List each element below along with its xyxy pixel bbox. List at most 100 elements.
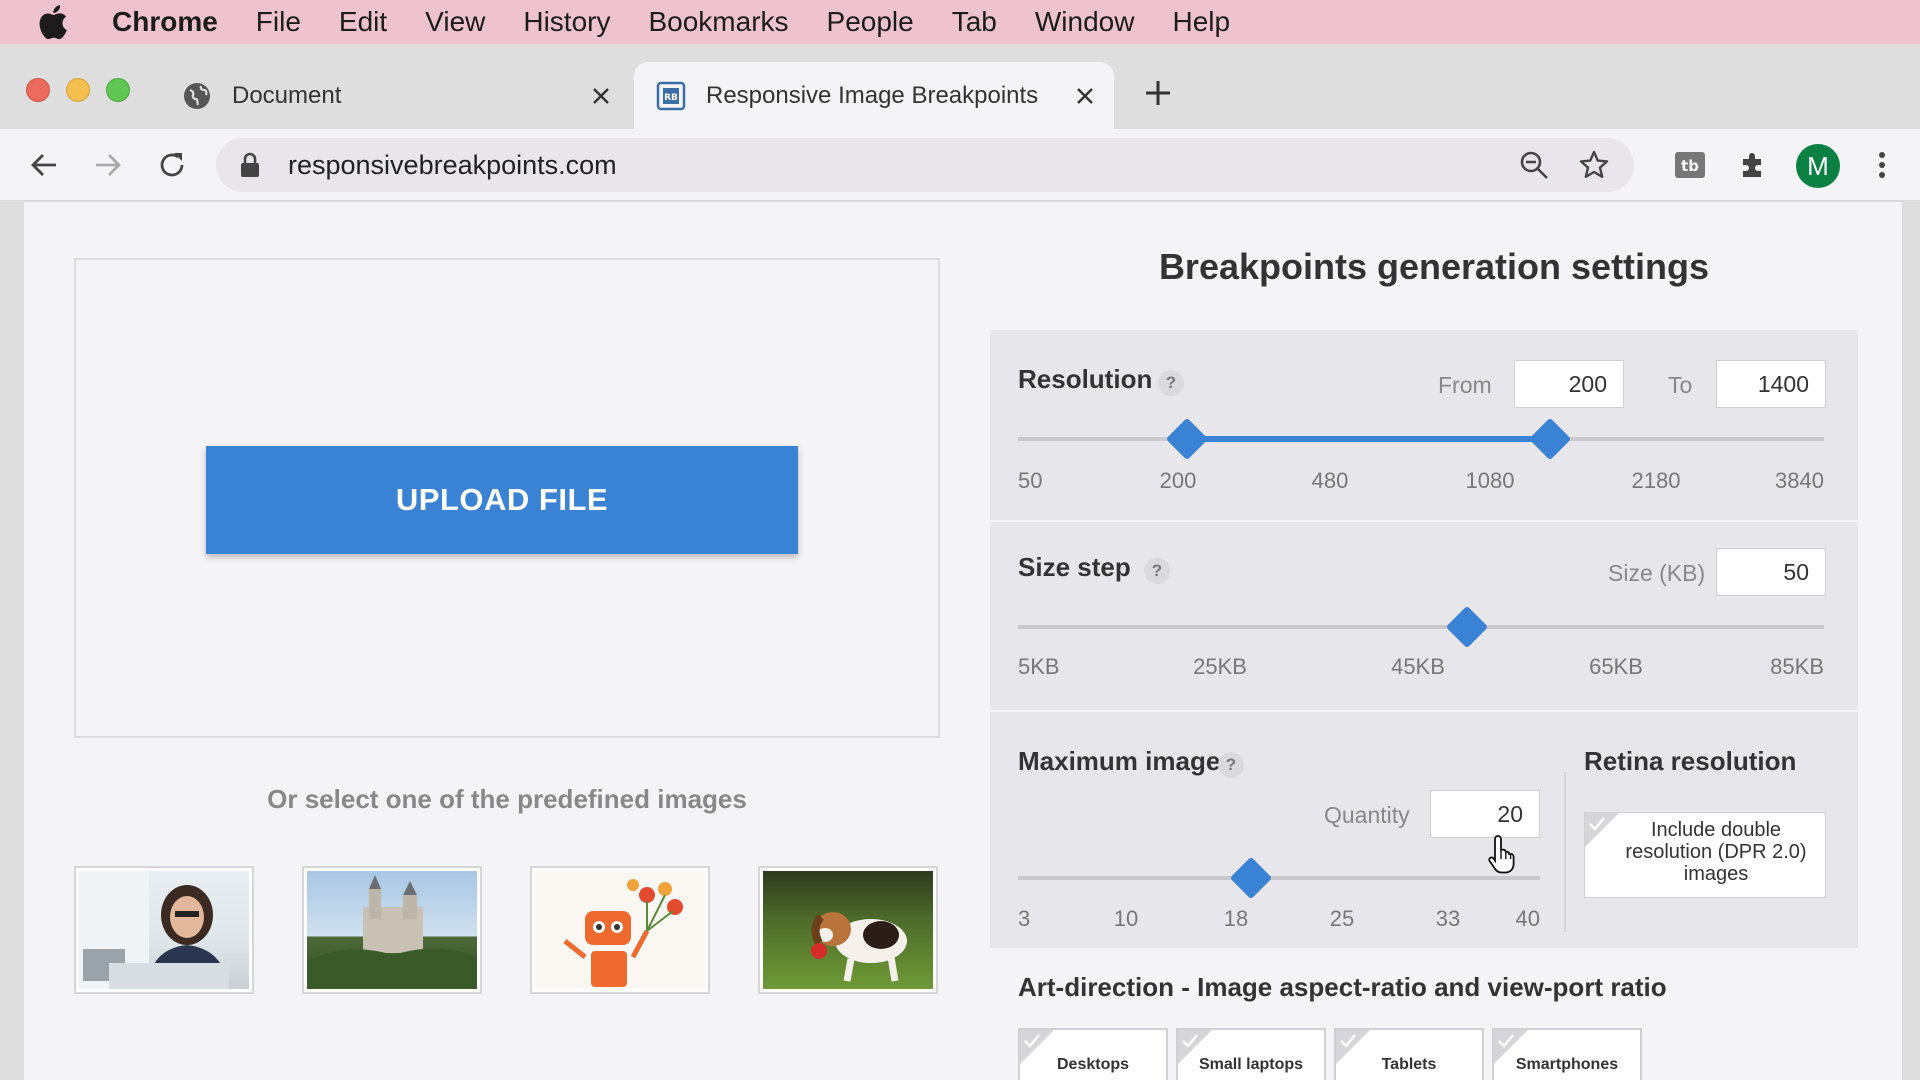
zoom-out-icon[interactable] [1514,145,1554,185]
close-window-button[interactable] [26,78,50,102]
resolution-from-handle[interactable] [1165,417,1209,461]
check-icon [1498,1034,1514,1048]
art-option-smartphones[interactable]: Smartphones [1492,1028,1642,1080]
upload-dropzone[interactable]: UPLOAD FILE [74,258,940,738]
from-label: From [1438,372,1492,398]
bookmark-star-icon[interactable] [1574,145,1614,185]
upload-file-button[interactable]: UPLOAD FILE [206,446,798,554]
from-input[interactable]: 200 [1514,360,1624,408]
size-step-panel: Size step ? Size (KB) 50 5KB 25KB 45KB 6… [990,522,1858,710]
size-kb-input[interactable]: 50 [1716,548,1826,596]
check-icon [1340,1034,1356,1048]
apple-icon[interactable] [38,5,72,39]
art-option-small-laptops[interactable]: Small laptops [1176,1028,1326,1080]
resolution-slider-range [1186,436,1548,442]
art-option-desktops[interactable]: Desktops [1018,1028,1168,1080]
close-tab-icon[interactable] [586,81,616,111]
size-kb-label: Size (KB) [1608,560,1706,586]
resolution-tick: 2180 [1631,468,1681,493]
predefined-image-castle[interactable] [302,866,482,994]
predefined-image-dog[interactable] [758,866,938,994]
more-menu-icon[interactable] [1860,143,1904,187]
art-direction-title: Art-direction - Image aspect-ratio and v… [1018,972,1667,1002]
mac-menubar: Chrome File Edit View History Bookmarks … [0,0,1920,44]
resolution-to-handle[interactable] [1528,417,1572,461]
art-option-label: Desktops [1056,1056,1130,1073]
predefined-image-woman[interactable] [74,866,254,994]
predefined-images-label: Or select one of the predefined images [267,784,747,814]
svg-text:tb: tb [1681,157,1699,175]
reload-button[interactable] [150,143,194,187]
help-icon[interactable]: ? [1158,370,1184,396]
check-icon [1024,1034,1040,1048]
quantity-input[interactable]: 20 [1430,790,1540,838]
max-images-tick: 25 [1329,906,1355,931]
forward-button[interactable] [86,143,130,187]
retina-option-label: Include double resolution (DPR 2.0) imag… [1625,819,1807,885]
size-step-tick: 85KB [1770,654,1824,679]
minimize-window-button[interactable] [66,78,90,102]
menu-tab[interactable]: Tab [952,6,997,38]
art-option-label: Smartphones [1515,1056,1619,1073]
tab-title: Document [232,81,342,109]
check-icon [1589,817,1605,831]
tb-extension-icon[interactable]: tb [1668,143,1712,187]
resolution-tick: 200 [1159,468,1197,493]
panel-divider [1564,772,1566,932]
resolution-tick: 1080 [1465,468,1515,493]
menu-bookmarks[interactable]: Bookmarks [648,6,788,38]
max-images-handle[interactable] [1229,856,1273,900]
resolution-panel: Resolution ? From 200 To 1400 50 200 480… [990,330,1858,520]
menu-view[interactable]: View [425,6,485,38]
resolution-tick: 3840 [1775,468,1824,493]
size-step-tick: 45KB [1391,654,1445,679]
profile-avatar[interactable]: M [1796,144,1840,188]
resolution-title: Resolution [1018,364,1153,394]
menu-window[interactable]: Window [1035,6,1135,38]
max-images-slider-track[interactable] [1018,876,1540,880]
menu-history[interactable]: History [523,6,610,38]
address-bar[interactable]: responsivebreakpoints.com [216,138,1634,192]
tab-responsive-breakpoints[interactable]: RB Responsive Image Breakpoints [634,62,1114,129]
size-step-handle[interactable] [1445,605,1489,649]
help-icon[interactable]: ? [1144,558,1170,584]
to-label: To [1668,372,1693,398]
max-images-tick: 10 [1113,906,1139,931]
new-tab-button[interactable] [1140,78,1176,114]
close-tab-icon[interactable] [1070,81,1100,111]
menu-file[interactable]: File [256,6,301,38]
lock-icon[interactable] [240,152,262,178]
url-text[interactable]: responsivebreakpoints.com [288,150,1514,181]
zoom-window-button[interactable] [106,78,130,102]
menu-chrome[interactable]: Chrome [112,6,218,38]
size-step-title: Size step [1018,552,1131,582]
extensions-puzzle-icon[interactable] [1732,143,1776,187]
predefined-image-robot[interactable] [530,866,710,994]
tab-document[interactable]: Document [160,62,630,129]
retina-toggle[interactable]: Include double resolution (DPR 2.0) imag… [1584,812,1826,898]
reload-icon [160,153,184,177]
art-option-tablets[interactable]: Tablets [1334,1028,1484,1080]
size-step-tick: 65KB [1589,654,1643,679]
size-step-tick: 5KB [1018,654,1060,679]
back-button[interactable] [22,143,66,187]
help-icon[interactable]: ? [1218,752,1244,778]
resolution-tick: 480 [1311,468,1349,493]
art-option-label: Small laptops [1198,1056,1304,1073]
hand-cursor-icon [1488,835,1515,874]
menu-help[interactable]: Help [1172,6,1230,38]
retina-title: Retina resolution [1584,746,1797,776]
to-input[interactable]: 1400 [1716,360,1826,408]
max-images-tick: 40 [1515,906,1540,931]
art-option-label: Tablets [1381,1056,1437,1073]
size-step-slider-track[interactable] [1018,625,1824,629]
menu-people[interactable]: People [827,6,914,38]
browser-toolbar: responsivebreakpoints.com tb M [0,129,1920,201]
forward-arrow-icon [96,154,121,176]
settings-title: Breakpoints generation settings [1158,246,1710,287]
max-images-tick: 3 [1018,906,1031,931]
page-content: UPLOAD FILE Or select one of the predefi… [24,202,1902,1080]
menu-edit[interactable]: Edit [339,6,387,38]
svg-text:RB: RB [664,93,678,103]
max-images-title: Maximum images [1018,746,1235,776]
